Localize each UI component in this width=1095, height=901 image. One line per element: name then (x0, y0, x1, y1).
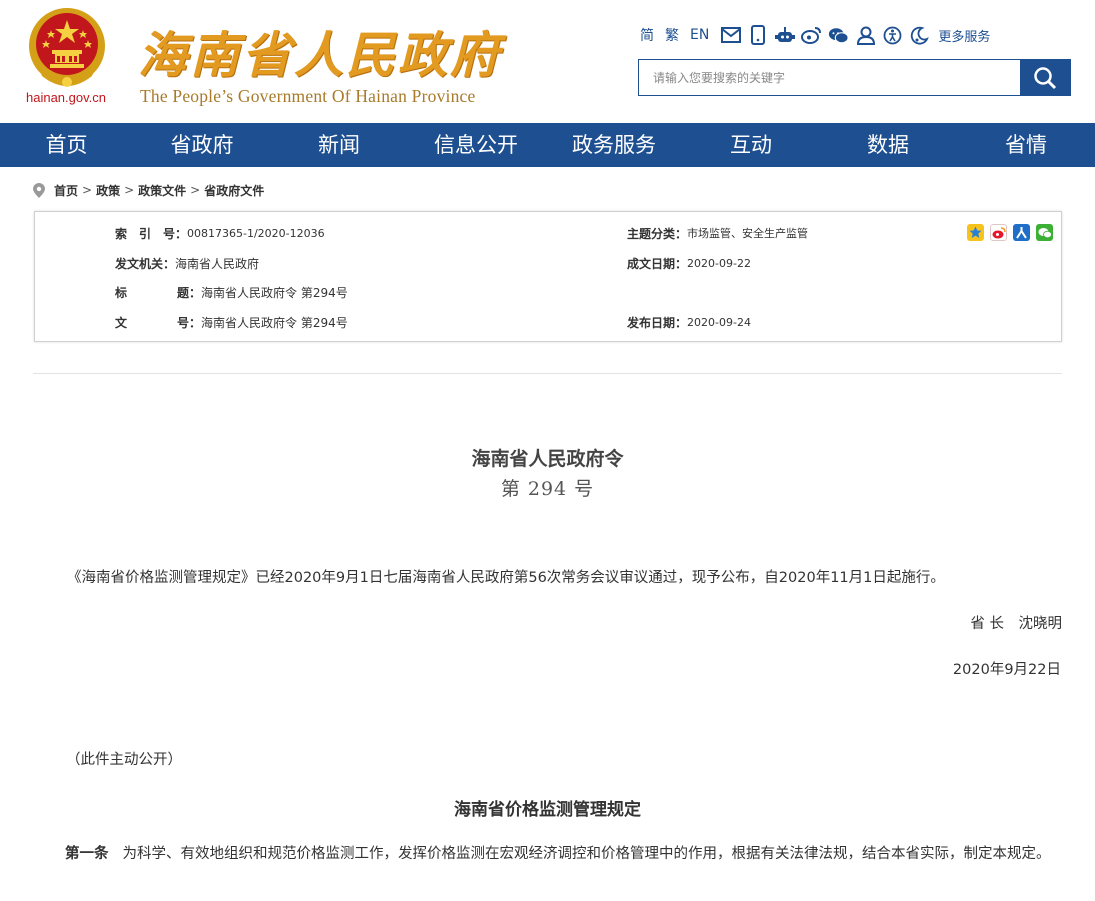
location-pin-icon (33, 182, 45, 198)
renren-share-icon[interactable] (1013, 224, 1030, 241)
meta-docno-row: 文 号： 海南省人民政府令 第294号 (115, 314, 348, 330)
meta-title-value: 海南省人民政府令 第294号 (201, 285, 348, 300)
breadcrumb-home[interactable]: 首页 (54, 182, 78, 199)
regulation-title: 海南省价格监测管理规定 (454, 800, 641, 820)
search-input[interactable] (639, 60, 1020, 95)
meta-topic-label: 主题分类： (627, 226, 688, 241)
meta-issuer-value: 海南省人民政府 (175, 256, 260, 271)
breadcrumb: 首页 > 政策 > 政策文件 > 省政府文件 (33, 181, 264, 199)
meta-issuer-row: 发文机关： 海南省人民政府 (115, 255, 259, 271)
more-services-link[interactable]: 更多服务 (938, 26, 990, 45)
national-emblem-icon[interactable] (24, 6, 110, 92)
search-box (638, 59, 1071, 96)
wechat-share-icon[interactable] (1036, 224, 1053, 241)
nav-item-data[interactable]: 数据 (819, 123, 957, 167)
meta-publish-date-value: 2020-09-24 (687, 315, 751, 329)
meta-index-row: 索 引 号： 00817365-1/2020-12036 (115, 225, 325, 241)
article-one: 第一条 为科学、有效地组织和规范价格监测工作，发挥价格监测在宏观经济调控和价格管理… (34, 840, 1064, 868)
breadcrumb-policy-files[interactable]: 政策文件 (138, 182, 186, 199)
meta-docno-value: 海南省人民政府令 第294号 (201, 315, 348, 330)
meta-written-date-row: 成文日期： 2020-09-22 (627, 255, 751, 271)
nav-item-interaction[interactable]: 互动 (683, 123, 819, 167)
document-meta-table: 索 引 号： 00817365-1/2020-12036 主题分类： 市场监管、… (34, 211, 1062, 342)
meta-title-row: 标 题： 海南省人民政府令 第294号 (115, 284, 348, 300)
nav-item-services[interactable]: 政务服务 (545, 123, 683, 167)
wechat-icon[interactable] (828, 25, 849, 46)
article-one-number: 第一条 (65, 846, 109, 862)
meta-publish-date-label: 发布日期： (627, 315, 688, 330)
meta-written-date-label: 成文日期： (627, 256, 688, 271)
content-divider (33, 373, 1062, 374)
signer: 省 长 沈晓明 (970, 616, 1062, 632)
meta-topic-value: 市场监管、安全生产监管 (687, 227, 809, 240)
meta-publish-date-row: 发布日期： 2020-09-24 (627, 314, 751, 330)
robot-icon[interactable] (774, 25, 795, 46)
order-paragraph: 《海南省价格监测管理规定》已经2020年9月1日七届海南省人民政府第56次常务会… (67, 570, 945, 586)
meta-written-date-value: 2020-09-22 (687, 256, 751, 270)
share-bar (967, 224, 1059, 241)
weibo-share-icon[interactable] (990, 224, 1007, 241)
mail-icon[interactable] (720, 25, 741, 46)
breadcrumb-separator: > (124, 183, 135, 197)
traditional-chinese-link[interactable]: 繁 (665, 25, 679, 45)
search-button[interactable] (1020, 60, 1070, 95)
nav-item-news[interactable]: 新闻 (271, 123, 407, 167)
meta-topic-row: 主题分类： 市场监管、安全生产监管 (627, 225, 808, 241)
nav-item-government[interactable]: 省政府 (133, 123, 271, 167)
breadcrumb-gov-files[interactable]: 省政府文件 (204, 182, 264, 199)
meta-docno-label-1: 文 (115, 315, 128, 330)
user-icon[interactable] (855, 25, 876, 46)
nav-item-province-info[interactable]: 省情 (957, 123, 1095, 167)
site-subtitle: The People’s Government Of Hainan Provin… (140, 86, 476, 106)
sign-date: 2020年9月22日 (952, 662, 1061, 678)
simplified-chinese-link[interactable]: 简 (640, 25, 654, 45)
breadcrumb-policy[interactable]: 政策 (96, 182, 120, 199)
meta-docno-label-2: 号： (177, 315, 202, 330)
top-links: 简 繁 EN 更多服务 (640, 24, 990, 46)
disclosure-notice: （此件主动公开） (66, 752, 182, 768)
site-domain[interactable]: hainan.gov.cn (26, 90, 106, 105)
site-title[interactable]: 海南省人民政府 (138, 16, 502, 87)
elderly-mode-icon[interactable] (909, 25, 930, 46)
meta-issuer-label: 发文机关： (115, 256, 176, 271)
meta-title-label-2: 题： (177, 285, 202, 300)
accessibility-icon[interactable] (882, 25, 903, 46)
order-number: 第 294 号 (500, 478, 595, 500)
mobile-icon[interactable] (747, 25, 768, 46)
site-header: hainan.gov.cn 海南省人民政府 The People’s Gover… (0, 0, 1095, 123)
breadcrumb-separator: > (190, 183, 201, 197)
meta-title-label-1: 标 (115, 285, 128, 300)
article-one-text: 为科学、有效地组织和规范价格监测工作，发挥价格监测在宏观经济调控和价格管理中的作… (122, 846, 1051, 862)
order-title: 海南省人民政府令 (471, 448, 624, 470)
nav-item-info-disclosure[interactable]: 信息公开 (407, 123, 545, 167)
meta-index-label: 索 引 号： (115, 226, 188, 241)
qzone-share-icon[interactable] (967, 224, 984, 241)
nav-item-home[interactable]: 首页 (0, 123, 133, 167)
weibo-icon[interactable] (801, 25, 822, 46)
breadcrumb-separator: > (82, 183, 93, 197)
search-icon (1034, 66, 1057, 89)
main-nav: 首页 省政府 新闻 信息公开 政务服务 互动 数据 省情 (0, 123, 1095, 167)
meta-index-value: 00817365-1/2020-12036 (187, 226, 325, 240)
english-link[interactable]: EN (690, 27, 709, 43)
